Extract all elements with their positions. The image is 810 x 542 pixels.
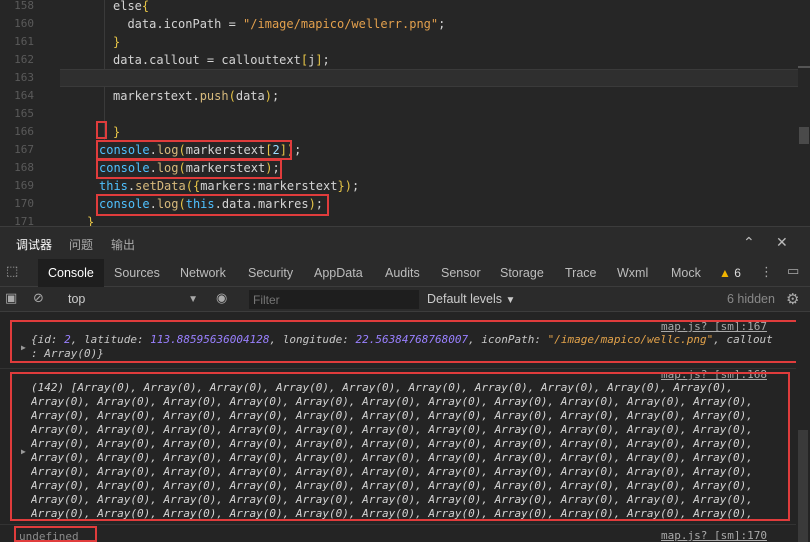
line-number: 160 — [14, 17, 34, 30]
message-separator — [0, 524, 810, 525]
tab-appdata[interactable]: AppData — [314, 259, 363, 287]
warning-icon: ▲ — [719, 266, 731, 280]
line-number: 163 — [14, 71, 34, 84]
console-scrollbar[interactable] — [796, 312, 810, 542]
line-number: 169 — [14, 179, 34, 192]
sidebar-toggle-icon[interactable]: ▣ — [5, 291, 17, 306]
devtools-tab-bar: ⬚ Console Sources Network Security AppDa… — [0, 259, 810, 287]
panel-tab-bar: 调试器 问题 输出 ⌃ ✕ — [0, 226, 810, 261]
code-line-current[interactable] — [60, 69, 798, 87]
tab-audits[interactable]: Audits — [385, 259, 420, 287]
line-number: 168 — [14, 161, 34, 174]
line-number: 167 — [14, 143, 34, 156]
highlight-box — [10, 320, 802, 363]
settings-gear-icon[interactable]: ⚙ — [786, 290, 799, 308]
chevron-down-icon: ▼ — [505, 295, 516, 306]
warnings-badge[interactable]: ▲ 6 — [719, 259, 741, 287]
editor-scrollbar[interactable] — [798, 0, 810, 226]
collapse-panel-icon[interactable]: ⌃ — [743, 235, 755, 251]
highlight-box — [96, 194, 329, 216]
tab-storage[interactable]: Storage — [500, 259, 544, 287]
tab-sensor[interactable]: Sensor — [441, 259, 481, 287]
highlight-box — [10, 372, 790, 521]
line-number: 166 — [14, 125, 34, 138]
line-number: 165 — [14, 107, 34, 120]
tab-problems[interactable]: 问题 — [69, 236, 93, 253]
tab-sources[interactable]: Sources — [114, 259, 160, 287]
filter-input[interactable] — [249, 290, 419, 309]
line-number-gutter: 158 160 161 162 163 164 165 166 167 168 … — [0, 0, 50, 226]
inspect-element-icon[interactable]: ⬚ — [6, 264, 18, 279]
code-line[interactable]: data.iconPath = "/image/mapico/wellerr.p… — [50, 15, 798, 33]
line-number: 164 — [14, 89, 34, 102]
warnings-count: 6 — [734, 266, 741, 280]
line-number: 161 — [14, 35, 34, 48]
scroll-marker — [798, 66, 810, 68]
highlight-box — [96, 121, 107, 139]
editor-scroll-thumb[interactable] — [799, 127, 809, 144]
console-toolbar: ▣ ⊘ top ▼ ◉ Default levels ▼ 6 hidden ⚙ — [0, 287, 810, 312]
code-line[interactable]: else{ — [50, 0, 798, 15]
context-value: top — [68, 292, 86, 306]
context-selector[interactable]: top ▼ — [62, 290, 202, 309]
highlight-box — [96, 159, 282, 179]
code-editor[interactable]: 158 160 161 162 163 164 165 166 167 168 … — [0, 0, 810, 226]
log-levels-label: Default levels — [427, 292, 503, 306]
clear-console-icon[interactable]: ⊘ — [33, 291, 44, 306]
highlight-box — [14, 526, 97, 542]
tab-network[interactable]: Network — [180, 259, 226, 287]
more-options-icon[interactable]: ⋮ — [760, 265, 773, 280]
tab-security[interactable]: Security — [248, 259, 293, 287]
tab-trace[interactable]: Trace — [565, 259, 597, 287]
code-line[interactable]: } — [50, 33, 798, 51]
code-line[interactable] — [50, 105, 798, 123]
chevron-down-icon: ▼ — [188, 294, 198, 305]
console-output[interactable]: map.js? [sm]:167 ▶ {id: 2, latitude: 113… — [0, 312, 810, 542]
tab-mock[interactable]: Mock — [671, 259, 701, 287]
code-line[interactable]: this.setData({markers:markerstext}); — [50, 177, 798, 195]
dock-icon[interactable]: ▭ — [787, 264, 799, 279]
source-link[interactable]: map.js? [sm]:170 — [661, 529, 767, 542]
close-panel-icon[interactable]: ✕ — [776, 235, 788, 251]
code-line[interactable]: } — [50, 123, 798, 141]
tab-debugger[interactable]: 调试器 — [16, 236, 53, 261]
hidden-count: 6 hidden — [727, 292, 775, 306]
line-number: 171 — [14, 215, 34, 226]
line-number: 162 — [14, 53, 34, 66]
tab-console[interactable]: Console — [38, 259, 104, 287]
line-number: 170 — [14, 197, 34, 210]
code-line[interactable]: data.callout = callouttext[j]; — [50, 51, 798, 69]
log-levels-dropdown[interactable]: Default levels ▼ — [427, 290, 515, 310]
line-number: 158 — [14, 0, 34, 12]
tab-wxml[interactable]: Wxml — [617, 259, 648, 287]
eye-icon[interactable]: ◉ — [216, 291, 227, 306]
console-scroll-thumb[interactable] — [798, 430, 808, 542]
tab-output[interactable]: 输出 — [111, 236, 135, 253]
code-line[interactable]: markerstext.push(data); — [50, 87, 798, 105]
highlight-box — [96, 140, 292, 160]
